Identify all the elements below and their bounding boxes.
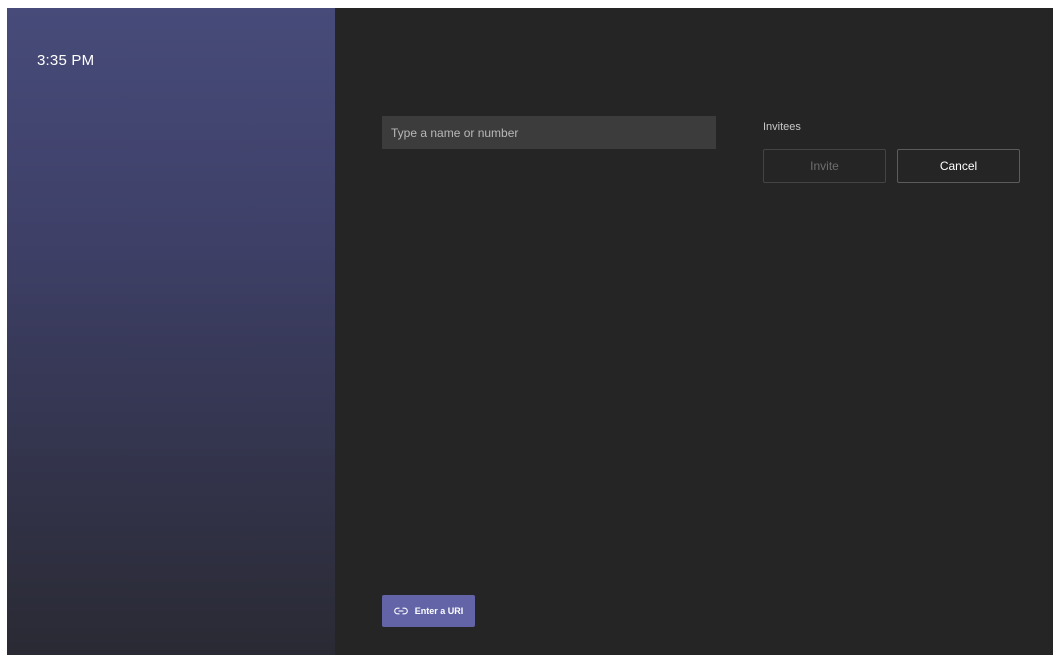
clock-time: 3:35 PM (37, 52, 95, 69)
search-input[interactable] (382, 116, 716, 149)
link-icon (393, 607, 408, 615)
enter-uri-label: Enter a URI (414, 606, 464, 616)
invite-panel: Invitees Invite Cancel Enter a URI (335, 8, 1053, 655)
sidebar-panel: 3:35 PM (7, 8, 335, 655)
cancel-button[interactable]: Cancel (897, 149, 1020, 183)
invite-button[interactable]: Invite (763, 149, 886, 183)
invitees-heading: Invitees (763, 121, 801, 133)
enter-uri-button[interactable]: Enter a URI (382, 595, 475, 627)
invite-screen: 3:35 PM Invitees Invite Cancel Enter a U… (7, 8, 1053, 655)
